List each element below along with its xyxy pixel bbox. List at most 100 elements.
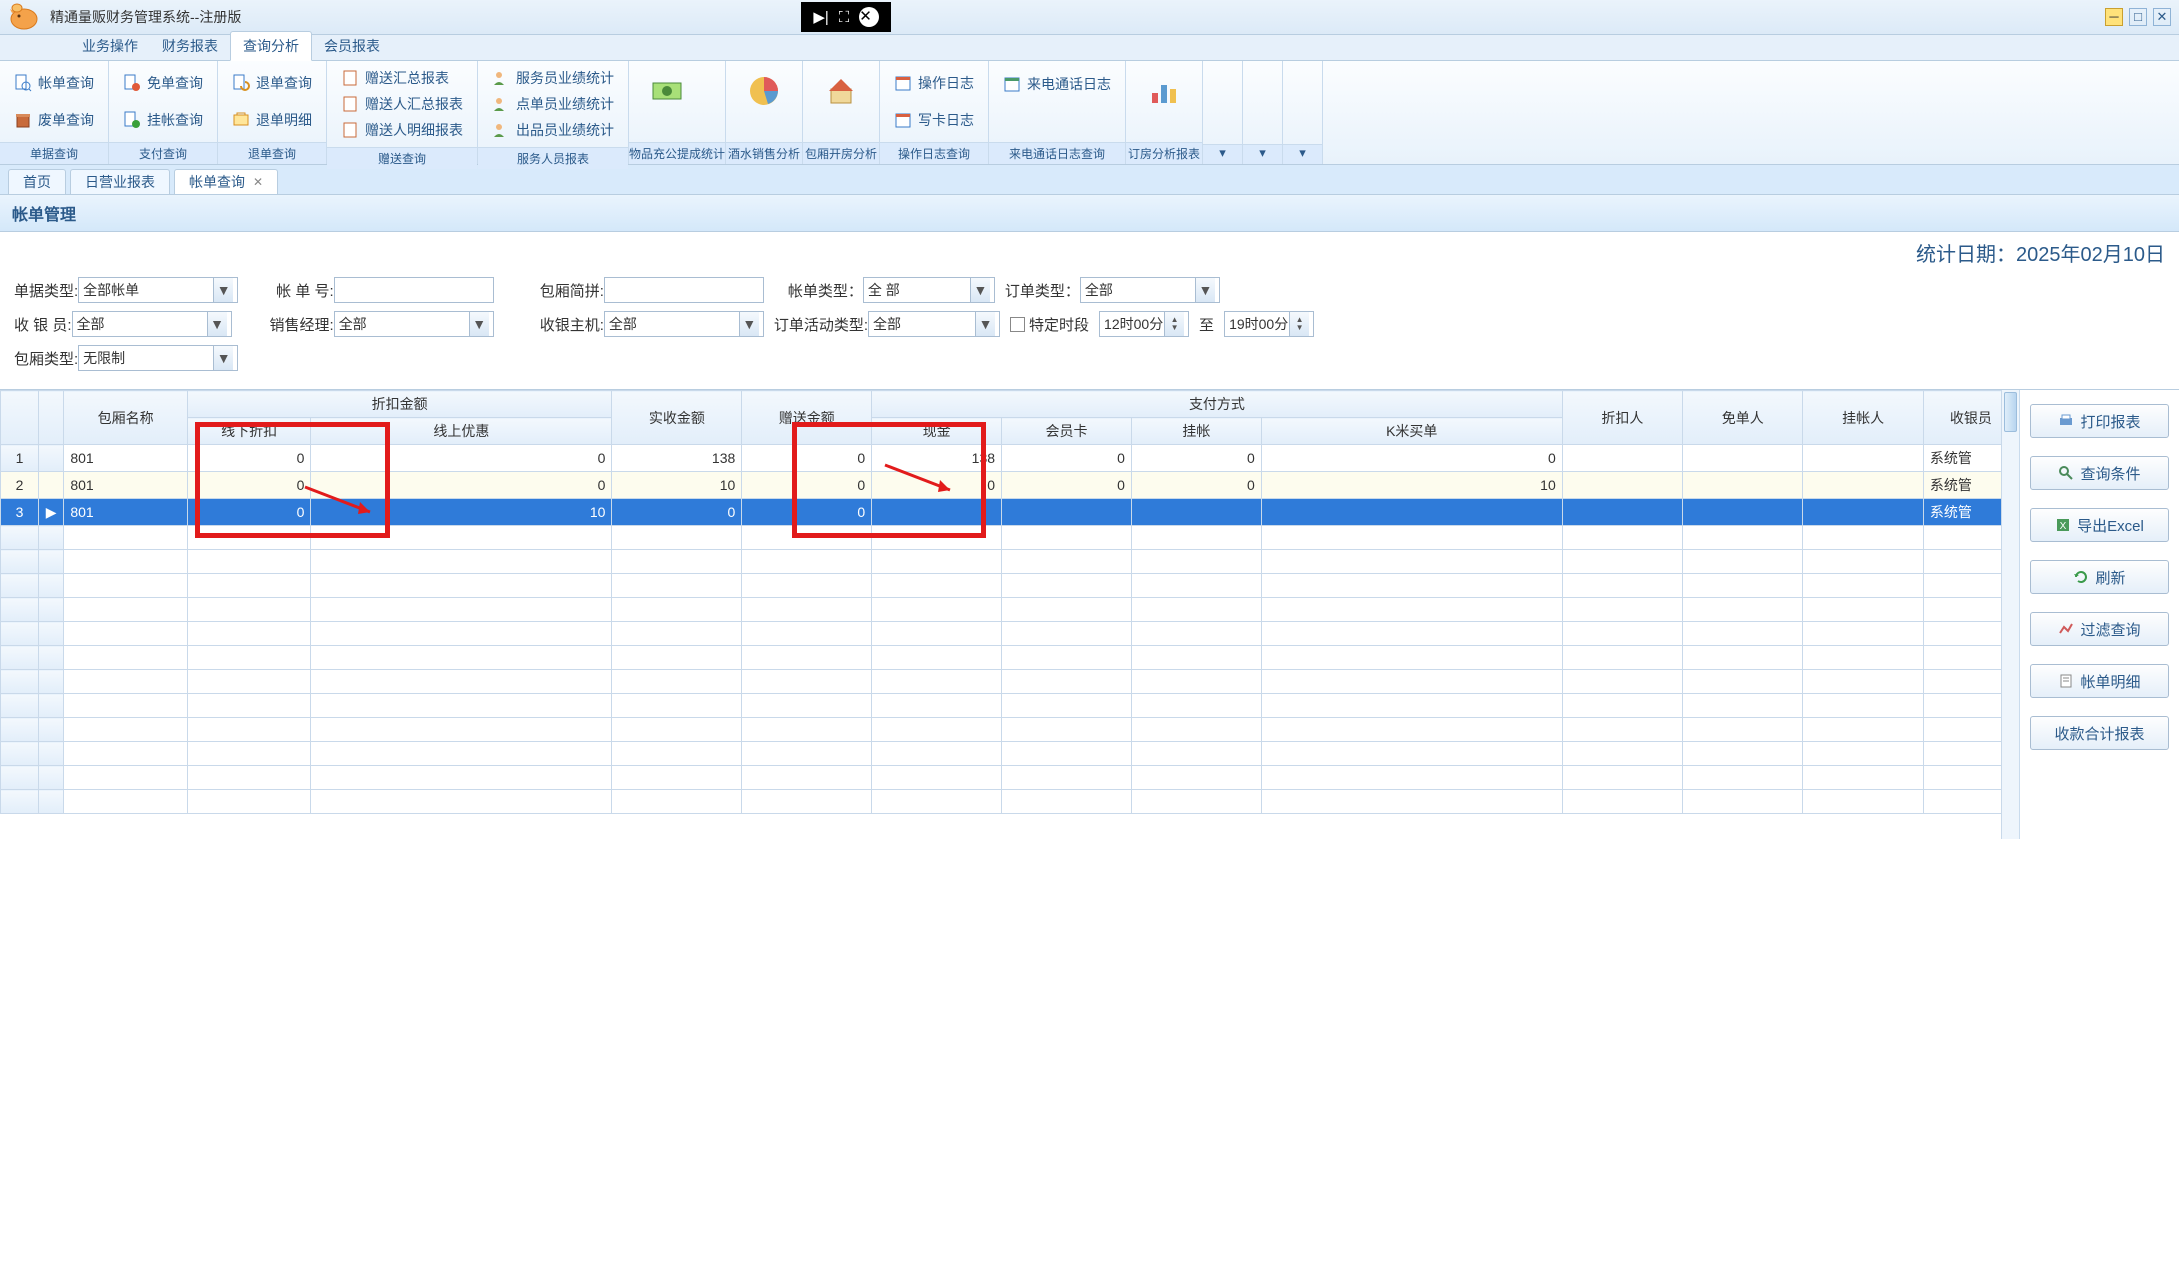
close-icon[interactable]: ✕ (2153, 8, 2171, 26)
search-icon (2058, 465, 2074, 481)
mgr-select[interactable]: 全部▼ (334, 311, 494, 337)
table-row-empty (1, 646, 2019, 670)
col-online[interactable]: 线上优惠 (311, 418, 612, 445)
table-row-empty (1, 550, 2019, 574)
bill-kind-select[interactable]: 全部帐单▼ (78, 277, 238, 303)
room-open-button[interactable] (809, 65, 873, 138)
print-report-button[interactable]: 打印报表 (2030, 404, 2169, 438)
menu-business[interactable]: 业务操作 (70, 32, 150, 60)
gifter-summary-button[interactable]: 赠送人汇总报表 (333, 91, 471, 117)
col-room[interactable]: 包厢名称 (64, 391, 188, 445)
col-discounter[interactable]: 折扣人 (1562, 391, 1682, 445)
bill-type-select[interactable]: 全 部▼ (863, 277, 995, 303)
table-row-empty (1, 622, 2019, 646)
query-cond-button[interactable]: 查询条件 (2030, 456, 2169, 490)
data-grid[interactable]: 包厢名称 折扣金额 实收金额 赠送金额 支付方式 折扣人 免单人 挂帐人 收银员… (0, 390, 2019, 814)
waiter-perf-button[interactable]: 服务员业绩统计 (484, 65, 622, 91)
col-gift[interactable]: 赠送金额 (742, 391, 872, 445)
chevron-down-icon: ▼ (975, 312, 995, 336)
group-staff-report: 服务人员报表 (478, 147, 628, 169)
chevron-down-icon: ▼ (970, 278, 990, 302)
ribbon-overflow-1[interactable]: ▾ (1203, 61, 1243, 164)
host-select[interactable]: 全部▼ (604, 311, 764, 337)
col-offline[interactable]: 线下折扣 (187, 418, 311, 445)
void-query-button[interactable]: 废单查询 (6, 107, 102, 133)
time-check-label: 特定时段 (1029, 314, 1089, 335)
svg-text:X: X (2060, 521, 2067, 532)
maximize-icon[interactable]: □ (2129, 8, 2147, 26)
table-row[interactable]: 3▶80101000系统管 (1, 499, 2019, 526)
doc-icon (2058, 673, 2074, 689)
bill-detail-button[interactable]: 帐单明细 (2030, 664, 2169, 698)
tab-home[interactable]: 首页 (8, 169, 66, 194)
op-log-button[interactable]: 操作日志 (886, 70, 982, 96)
col-creditman[interactable]: 挂帐人 (1803, 391, 1923, 445)
refund-detail-icon (232, 111, 250, 129)
ribbon-overflow-2[interactable]: ▾ (1243, 61, 1283, 164)
order-type-select[interactable]: 全部▼ (1080, 277, 1220, 303)
table-row[interactable]: 28010010000010系统管 (1, 472, 2019, 499)
bill-no-input[interactable] (334, 277, 494, 303)
menu-query[interactable]: 查询分析 (230, 31, 312, 61)
drink-sales-button[interactable] (732, 65, 796, 138)
grid-scrollbar[interactable] (2001, 390, 2019, 839)
tab-daily-report[interactable]: 日营业报表 (70, 169, 170, 194)
time-to-input[interactable]: 19时00分▲▼ (1224, 311, 1314, 337)
gift-summary-button[interactable]: 赠送汇总报表 (333, 65, 471, 91)
col-actual[interactable]: 实收金额 (612, 391, 742, 445)
group-room-open: 包厢开房分析 (803, 142, 879, 164)
col-cash[interactable]: 现金 (872, 418, 1002, 445)
room-abbr-input[interactable] (604, 277, 764, 303)
stop-icon[interactable]: ✕ (859, 7, 879, 27)
refund-detail-button[interactable]: 退单明细 (224, 107, 320, 133)
menu-finance[interactable]: 财务报表 (150, 32, 230, 60)
minimize-icon[interactable]: ─ (2105, 8, 2123, 26)
act-type-select[interactable]: 全部▼ (868, 311, 1000, 337)
filter-chart-icon (2058, 621, 2074, 637)
gifter-detail-button[interactable]: 赠送人明细报表 (333, 117, 471, 143)
tab-bill-query[interactable]: 帐单查询✕ (174, 169, 278, 194)
receipt-total-button[interactable]: 收款合计报表 (2030, 716, 2169, 750)
col-credit[interactable]: 挂帐 (1131, 418, 1261, 445)
play-icon[interactable]: ▶| (813, 8, 828, 26)
group-booking-report: 订房分析报表 (1126, 142, 1202, 164)
card-log-button[interactable]: 写卡日志 (886, 107, 982, 133)
expand-icon[interactable]: ⛶ (839, 9, 850, 26)
ribbon-overflow-3[interactable]: ▾ (1283, 61, 1323, 164)
page-title: 帐单管理 (0, 195, 2179, 232)
col-discount-group[interactable]: 折扣金额 (187, 391, 612, 418)
filter-query-button[interactable]: 过滤查询 (2030, 612, 2169, 646)
export-excel-button[interactable]: X导出Excel (2030, 508, 2169, 542)
tab-close-icon[interactable]: ✕ (253, 175, 263, 189)
calendar-icon (1003, 75, 1021, 93)
credit-query-button[interactable]: 挂帐查询 (115, 107, 211, 133)
side-panel: 打印报表 查询条件 X导出Excel 刷新 过滤查询 帐单明细 收款合计报表 (2019, 390, 2179, 839)
time-to-label: 至 (1199, 314, 1214, 335)
product-perf-button[interactable]: 出品员业绩统计 (484, 117, 622, 143)
room-type-select[interactable]: 无限制▼ (78, 345, 238, 371)
booking-report-button[interactable] (1132, 65, 1196, 138)
time-check[interactable] (1010, 317, 1025, 332)
col-freeman[interactable]: 免单人 (1683, 391, 1803, 445)
free-query-button[interactable]: 免单查询 (115, 70, 211, 96)
cashier-select[interactable]: 全部▼ (72, 311, 232, 337)
excel-icon: X (2055, 517, 2071, 533)
menu-member[interactable]: 会员报表 (312, 32, 392, 60)
call-log-button[interactable]: 来电通话日志 (995, 71, 1119, 97)
order-perf-button[interactable]: 点单员业绩统计 (484, 91, 622, 117)
refund-query-button[interactable]: 退单查询 (224, 70, 320, 96)
table-row[interactable]: 1801001380138000系统管 (1, 445, 2019, 472)
refresh-button[interactable]: 刷新 (2030, 560, 2169, 594)
col-member[interactable]: 会员卡 (1002, 418, 1132, 445)
room-abbr-label: 包厢简拼: (540, 280, 604, 301)
bill-query-button[interactable]: 帐单查询 (6, 70, 102, 96)
col-pay-group[interactable]: 支付方式 (872, 391, 1563, 418)
group-gift-query: 赠送查询 (327, 147, 477, 169)
chevron-down-icon: ▼ (207, 312, 227, 336)
time-from-input[interactable]: 12时00分▲▼ (1099, 311, 1189, 337)
item-commission-button[interactable] (635, 65, 699, 138)
col-kmi[interactable]: K米买单 (1261, 418, 1562, 445)
table-row-empty (1, 742, 2019, 766)
window-controls: ─ □ ✕ (2105, 8, 2171, 26)
table-row-empty (1, 790, 2019, 814)
